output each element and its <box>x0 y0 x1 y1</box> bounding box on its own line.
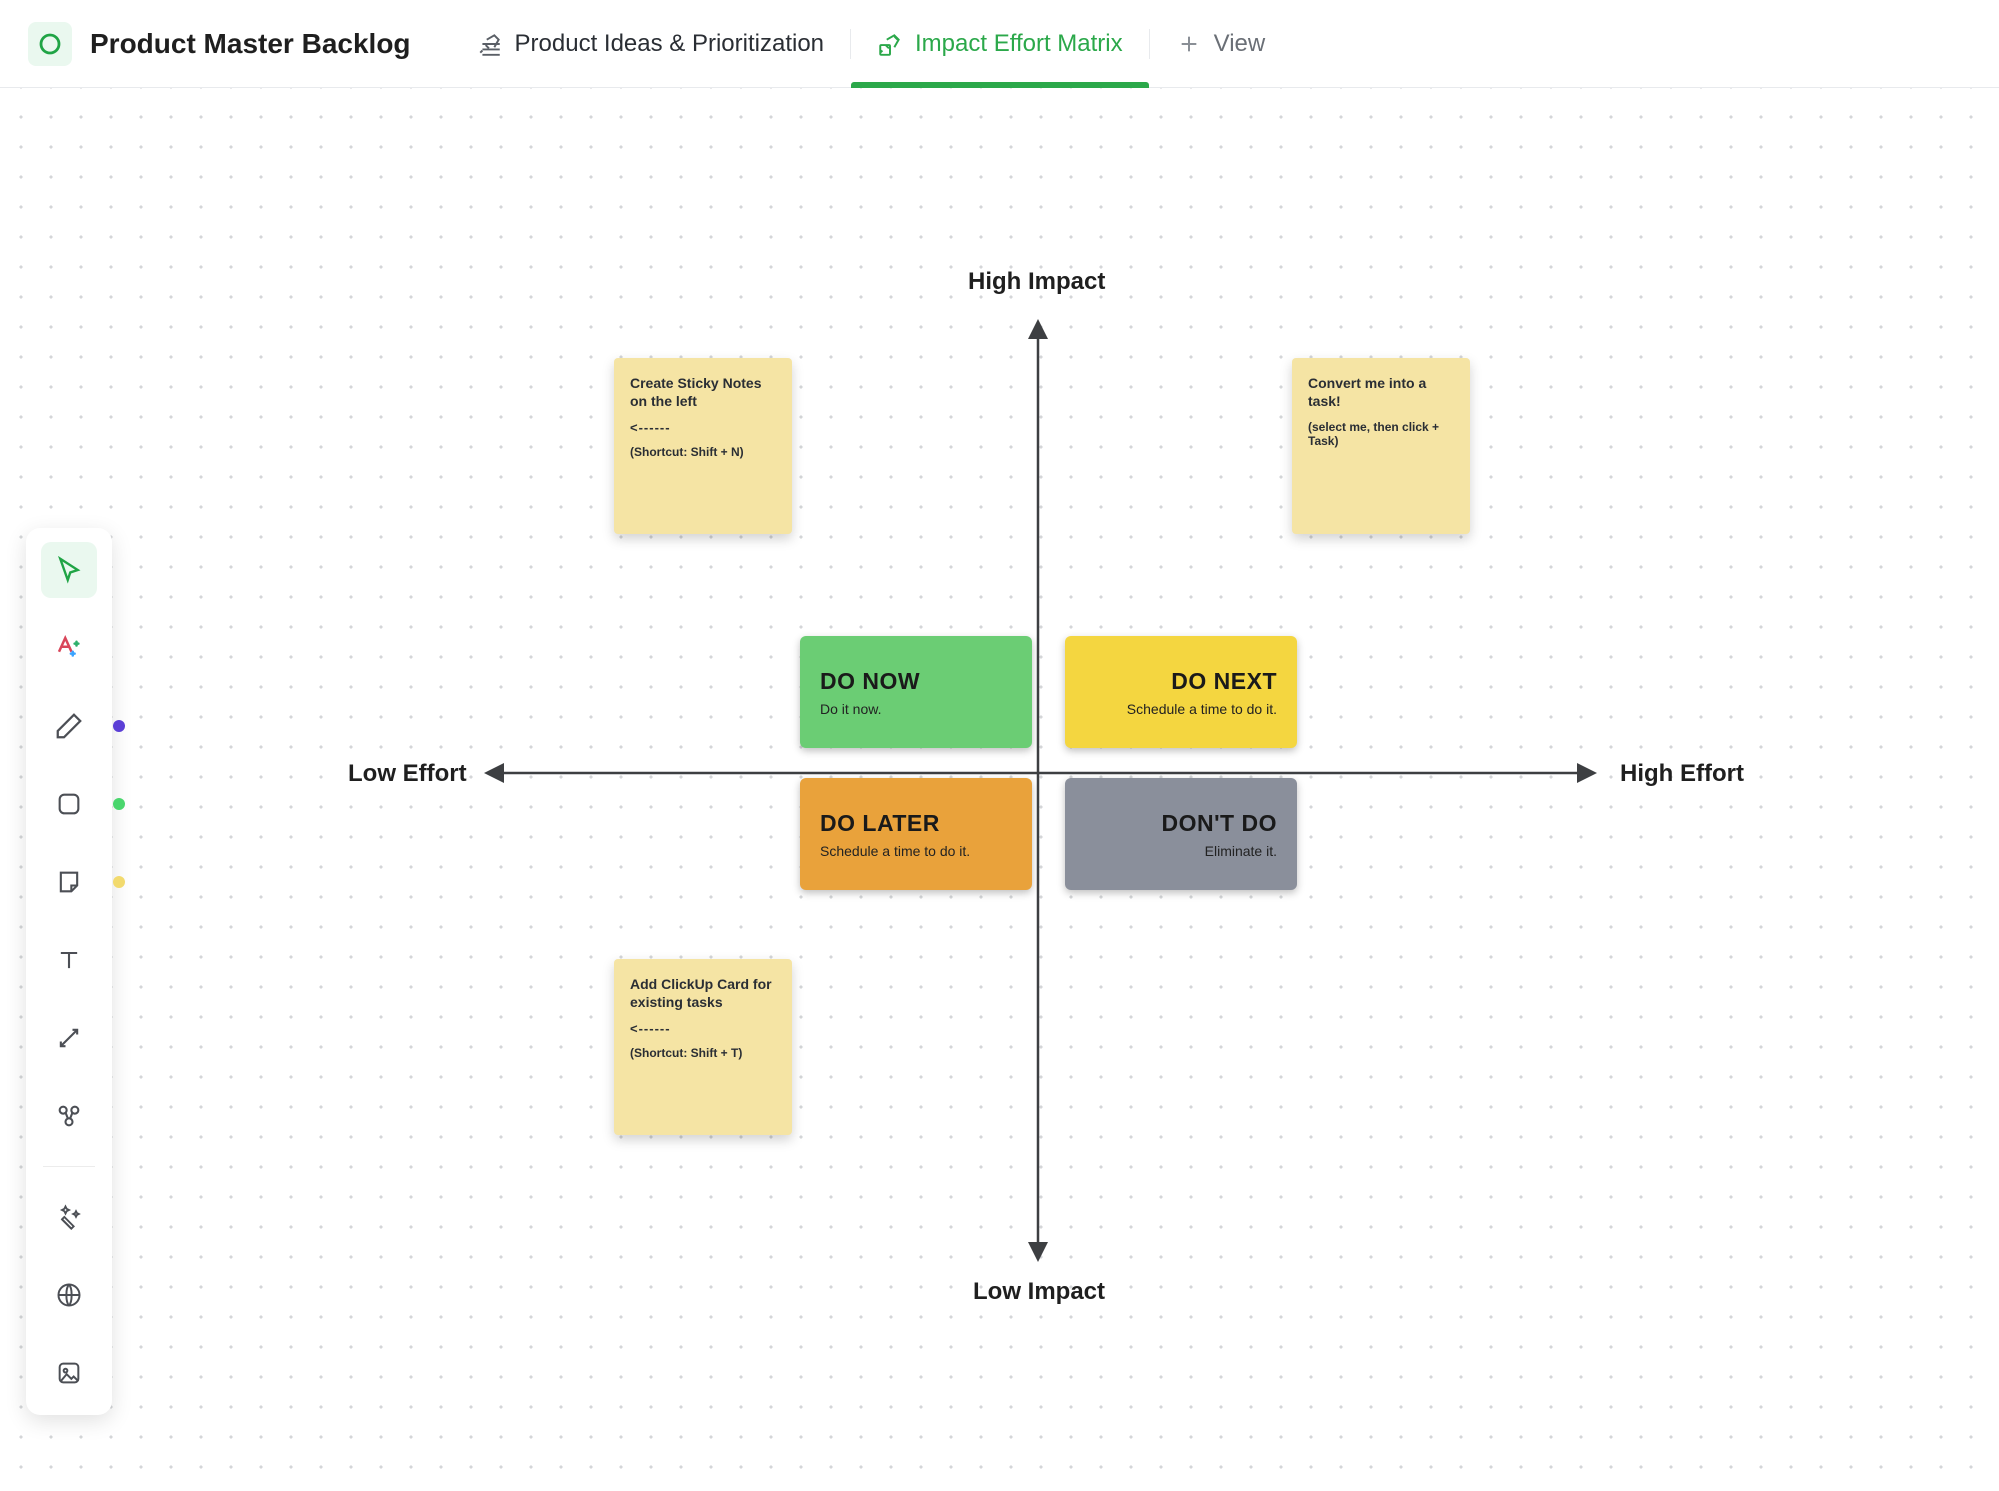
note-title: Create Sticky Notes on the left <box>630 374 776 410</box>
whiteboard-canvas[interactable]: High Impact Low Impact Low Effort High E… <box>0 88 1999 1491</box>
sticky-note-add-card[interactable]: Add ClickUp Card for existing tasks <---… <box>614 959 792 1135</box>
plus-icon <box>1176 31 1202 57</box>
quadrant-do-next[interactable]: DO NEXT Schedule a time to do it. <box>1065 636 1297 748</box>
note-title: Convert me into a task! <box>1308 374 1454 410</box>
axis-label-right: High Effort <box>1620 760 1744 788</box>
shape-tool[interactable] <box>41 776 97 832</box>
quadrant-do-now[interactable]: DO NOW Do it now. <box>800 636 1032 748</box>
text-tool[interactable] <box>41 932 97 988</box>
tab-impact-effort-matrix[interactable]: Impact Effort Matrix <box>851 0 1149 88</box>
shape-color-dot <box>113 798 125 810</box>
axis-label-bottom: Low Impact <box>973 1278 1105 1306</box>
sticky-note-create[interactable]: Create Sticky Notes on the left <------ … <box>614 358 792 534</box>
pin-list-icon <box>477 31 503 57</box>
sticky-note-convert[interactable]: Convert me into a task! (select me, then… <box>1292 358 1470 534</box>
app-title: Product Master Backlog <box>90 28 411 60</box>
app-icon <box>28 22 72 66</box>
note-hint: (Shortcut: Shift + T) <box>630 1046 776 1060</box>
axis-label-top: High Impact <box>968 268 1105 296</box>
quadrant-subtitle: Schedule a time to do it. <box>1127 701 1277 717</box>
topbar: Product Master Backlog Product Ideas & P… <box>0 0 1999 88</box>
quadrant-subtitle: Eliminate it. <box>1205 843 1277 859</box>
quadrant-subtitle: Schedule a time to do it. <box>820 843 1012 859</box>
tab-label: Product Ideas & Prioritization <box>515 30 824 58</box>
ai-tool[interactable] <box>41 620 97 676</box>
note-arrow: <------ <box>630 420 776 435</box>
note-hint: (Shortcut: Shift + N) <box>630 445 776 459</box>
quadrant-do-later[interactable]: DO LATER Schedule a time to do it. <box>800 778 1032 890</box>
quadrant-title: DON'T DO <box>1161 810 1277 837</box>
widgets-tool[interactable] <box>41 1088 97 1144</box>
connector-tool[interactable] <box>41 1010 97 1066</box>
tool-palette <box>26 528 112 1415</box>
tab-label: View <box>1214 30 1266 58</box>
image-tool[interactable] <box>41 1345 97 1401</box>
quadrant-title: DO NOW <box>820 668 1012 695</box>
quadrant-title: DO NEXT <box>1171 668 1277 695</box>
tab-product-ideas[interactable]: Product Ideas & Prioritization <box>451 0 850 88</box>
palette-separator <box>43 1166 95 1167</box>
pen-tool[interactable] <box>41 698 97 754</box>
pin-whiteboard-icon <box>877 31 903 57</box>
tab-label: Impact Effort Matrix <box>915 30 1123 58</box>
quadrant-dont-do[interactable]: DON'T DO Eliminate it. <box>1065 778 1297 890</box>
quadrant-subtitle: Do it now. <box>820 701 1012 717</box>
web-tool[interactable] <box>41 1267 97 1323</box>
canvas-area: High Impact Low Impact Low Effort High E… <box>0 88 1999 1491</box>
note-sub: (select me, then click + Task) <box>1308 420 1454 448</box>
note-title: Add ClickUp Card for existing tasks <box>630 975 776 1011</box>
sticky-note-tool[interactable] <box>41 854 97 910</box>
quadrant-title: DO LATER <box>820 810 1012 837</box>
select-tool[interactable] <box>41 542 97 598</box>
axis-label-left: Low Effort <box>348 760 467 788</box>
note-color-dot <box>113 876 125 888</box>
note-arrow: <------ <box>630 1021 776 1036</box>
magic-tool[interactable] <box>41 1189 97 1245</box>
pen-color-dot <box>113 720 125 732</box>
tab-add-view[interactable]: View <box>1150 0 1292 88</box>
